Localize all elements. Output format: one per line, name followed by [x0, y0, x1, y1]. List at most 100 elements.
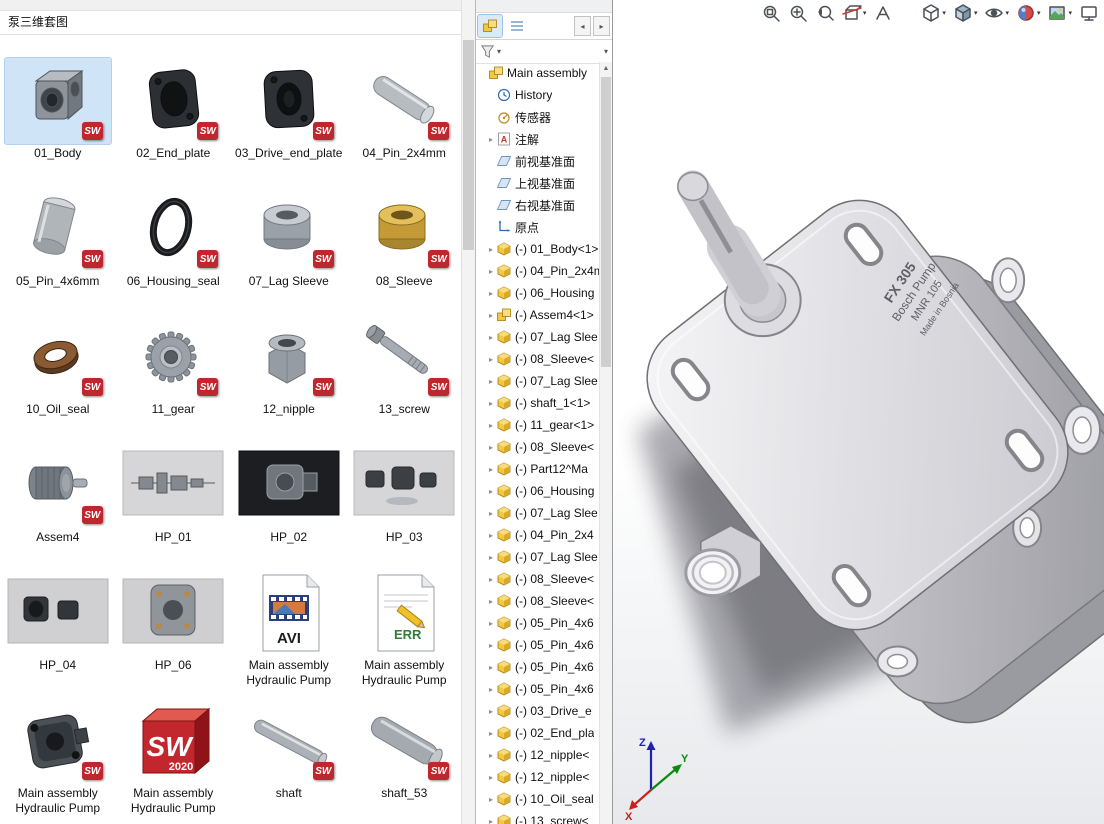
file-item[interactable]: HP_03 [347, 442, 463, 570]
tree-item[interactable]: ▸(-) Assem4<1> [476, 304, 600, 326]
tree-item[interactable]: ▸(-) 10_Oil_seal [476, 788, 600, 810]
tree-scrollbar[interactable]: ▲ [599, 62, 612, 824]
file-item[interactable]: SW11_gear [116, 314, 232, 442]
tree-item[interactable]: 前视基准面 [476, 150, 600, 172]
tree-item[interactable]: ▸(-) 01_Body<1> [476, 238, 600, 260]
tree-item[interactable]: ▸(-) 05_Pin_4x6 [476, 678, 600, 700]
file-item[interactable]: SWMain assembly Hydraulic Pump [0, 698, 116, 824]
file-item[interactable]: SW01_Body [0, 58, 116, 186]
expand-arrow-icon[interactable]: ▸ [486, 355, 496, 364]
expand-arrow-icon[interactable]: ▸ [486, 795, 496, 804]
expand-arrow-icon[interactable]: ▸ [486, 377, 496, 386]
expand-arrow-icon[interactable]: ▸ [486, 267, 496, 276]
tree-item[interactable]: ▸(-) Part12^Ma [476, 458, 600, 480]
tree-item[interactable]: ▸(-) 06_Housing [476, 480, 600, 502]
expand-arrow-icon[interactable]: ▸ [486, 245, 496, 254]
file-item[interactable]: SW05_Pin_4x6mm [0, 186, 116, 314]
file-item[interactable]: SW04_Pin_2x4mm [347, 58, 463, 186]
dropdown-caret-icon[interactable]: ▾ [1068, 9, 1072, 17]
file-item[interactable]: SW10_Oil_seal [0, 314, 116, 442]
tree-item[interactable]: ▸(-) 05_Pin_4x6 [476, 634, 600, 656]
zoom-fit-icon[interactable] [761, 3, 781, 23]
annotation-view-icon[interactable] [873, 3, 893, 23]
dropdown-caret-icon[interactable]: ▾ [942, 9, 946, 17]
file-item[interactable]: SW 2020Main assembly Hydraulic Pump [116, 698, 232, 824]
expand-arrow-icon[interactable]: ▸ [486, 487, 496, 496]
view-settings-icon[interactable] [1079, 3, 1099, 23]
tree-item[interactable]: 传感器 [476, 106, 600, 128]
file-item[interactable]: ERRMain assembly Hydraulic Pump [347, 570, 463, 698]
zoom-area-icon[interactable] [788, 3, 808, 23]
file-item[interactable]: SWshaft [231, 698, 347, 824]
expand-arrow-icon[interactable]: ▸ [486, 443, 496, 452]
tree-scroll-up-icon[interactable]: ▲ [600, 62, 612, 75]
file-item[interactable]: SW02_End_plate [116, 58, 232, 186]
expand-arrow-icon[interactable]: ▸ [486, 509, 496, 518]
expand-arrow-icon[interactable]: ▸ [486, 333, 496, 342]
tree-item[interactable]: ▸(-) 12_nipple< [476, 744, 600, 766]
viewport-3d[interactable]: ▾ ▾ ▾ ▾ ▾ ▾ [612, 0, 1104, 824]
filter-funnel-icon[interactable] [480, 44, 495, 59]
expand-arrow-icon[interactable]: ▸ [486, 729, 496, 738]
tree-item[interactable]: ▸(-) 07_Lag Slee [476, 546, 600, 568]
expand-arrow-icon[interactable]: ▸ [486, 685, 496, 694]
expand-arrow-icon[interactable]: ▸ [486, 289, 496, 298]
tree-item[interactable]: ▸(-) 06_Housing [476, 282, 600, 304]
file-item[interactable]: SW08_Sleeve [347, 186, 463, 314]
expand-arrow-icon[interactable]: ▸ [486, 399, 496, 408]
tree-item[interactable]: 上视基准面 [476, 172, 600, 194]
tree-item[interactable]: ▸(-) 07_Lag Slee [476, 326, 600, 348]
pump-model[interactable]: FX 305 Bosch Pump MNR 105 Made in Bosnia [613, 0, 1104, 824]
file-item[interactable]: SWshaft_53 [347, 698, 463, 824]
expand-arrow-icon[interactable]: ▸ [486, 751, 496, 760]
dropdown-caret-icon[interactable]: ▾ [1037, 9, 1041, 17]
expand-arrow-icon[interactable]: ▸ [486, 773, 496, 782]
expand-arrow-icon[interactable]: ▸ [486, 465, 496, 474]
file-item[interactable]: SW13_screw [347, 314, 463, 442]
file-item[interactable]: SW12_nipple [231, 314, 347, 442]
tree-item[interactable]: ▸(-) shaft_1<1> [476, 392, 600, 414]
file-item[interactable]: HP_06 [116, 570, 232, 698]
feature-manager-tab-icon[interactable] [478, 15, 502, 37]
file-item[interactable]: SW06_Housing_seal [116, 186, 232, 314]
tree-item[interactable]: History [476, 84, 600, 106]
file-item[interactable]: SW07_Lag Sleeve [231, 186, 347, 314]
expand-arrow-icon[interactable]: ▸ [486, 663, 496, 672]
tree-item[interactable]: ▸(-) 08_Sleeve< [476, 590, 600, 612]
expand-arrow-icon[interactable]: ▸ [486, 575, 496, 584]
hide-show-icon[interactable]: ▾ [984, 3, 1009, 23]
section-view-icon[interactable]: ▾ [842, 3, 867, 23]
tree-scrollbar-thumb[interactable] [601, 77, 611, 367]
file-item[interactable]: AVIMain assembly Hydraulic Pump [231, 570, 347, 698]
edit-appearance-icon[interactable]: ▾ [1016, 3, 1041, 23]
filter-expand-icon[interactable]: ▾ [604, 47, 608, 56]
tree-item[interactable]: ▸(-) 03_Drive_e [476, 700, 600, 722]
display-style-icon[interactable]: ▾ [953, 3, 978, 23]
dropdown-caret-icon[interactable]: ▾ [1005, 9, 1009, 17]
dropdown-caret-icon[interactable]: ▾ [863, 9, 867, 17]
view-orientation-icon[interactable]: ▾ [921, 3, 946, 23]
expand-arrow-icon[interactable]: ▸ [486, 531, 496, 540]
tree-item[interactable]: ▸A注解 [476, 128, 600, 150]
tree-item[interactable]: 原点 [476, 216, 600, 238]
file-item[interactable]: SW03_Drive_end_plate [231, 58, 347, 186]
expand-arrow-icon[interactable]: ▸ [486, 707, 496, 716]
tree-item[interactable]: ▸(-) 13_screw< [476, 810, 600, 824]
tree-item[interactable]: ▸(-) 05_Pin_4x6 [476, 656, 600, 678]
file-item[interactable]: HP_02 [231, 442, 347, 570]
explorer-scrollbar-thumb[interactable] [463, 40, 474, 250]
previous-view-icon[interactable] [815, 3, 835, 23]
tree-item[interactable]: ▸(-) 12_nipple< [476, 766, 600, 788]
tabs-back-icon[interactable]: ◂ [574, 16, 591, 36]
tree-item[interactable]: ▸(-) 04_Pin_2x4 [476, 524, 600, 546]
apply-scene-icon[interactable]: ▾ [1047, 3, 1072, 23]
tree-item[interactable]: Main assembly [476, 62, 600, 84]
expand-arrow-icon[interactable]: ▸ [486, 311, 496, 320]
tree-item[interactable]: ▸(-) 08_Sleeve< [476, 348, 600, 370]
expand-arrow-icon[interactable]: ▸ [486, 817, 496, 824]
file-item[interactable]: HP_01 [116, 442, 232, 570]
tree-item[interactable]: ▸(-) 04_Pin_2x4m [476, 260, 600, 282]
tree-item[interactable]: ▸(-) 08_Sleeve< [476, 436, 600, 458]
tree-item[interactable]: ▸(-) 11_gear<1> [476, 414, 600, 436]
explorer-scrollbar[interactable] [461, 0, 475, 824]
